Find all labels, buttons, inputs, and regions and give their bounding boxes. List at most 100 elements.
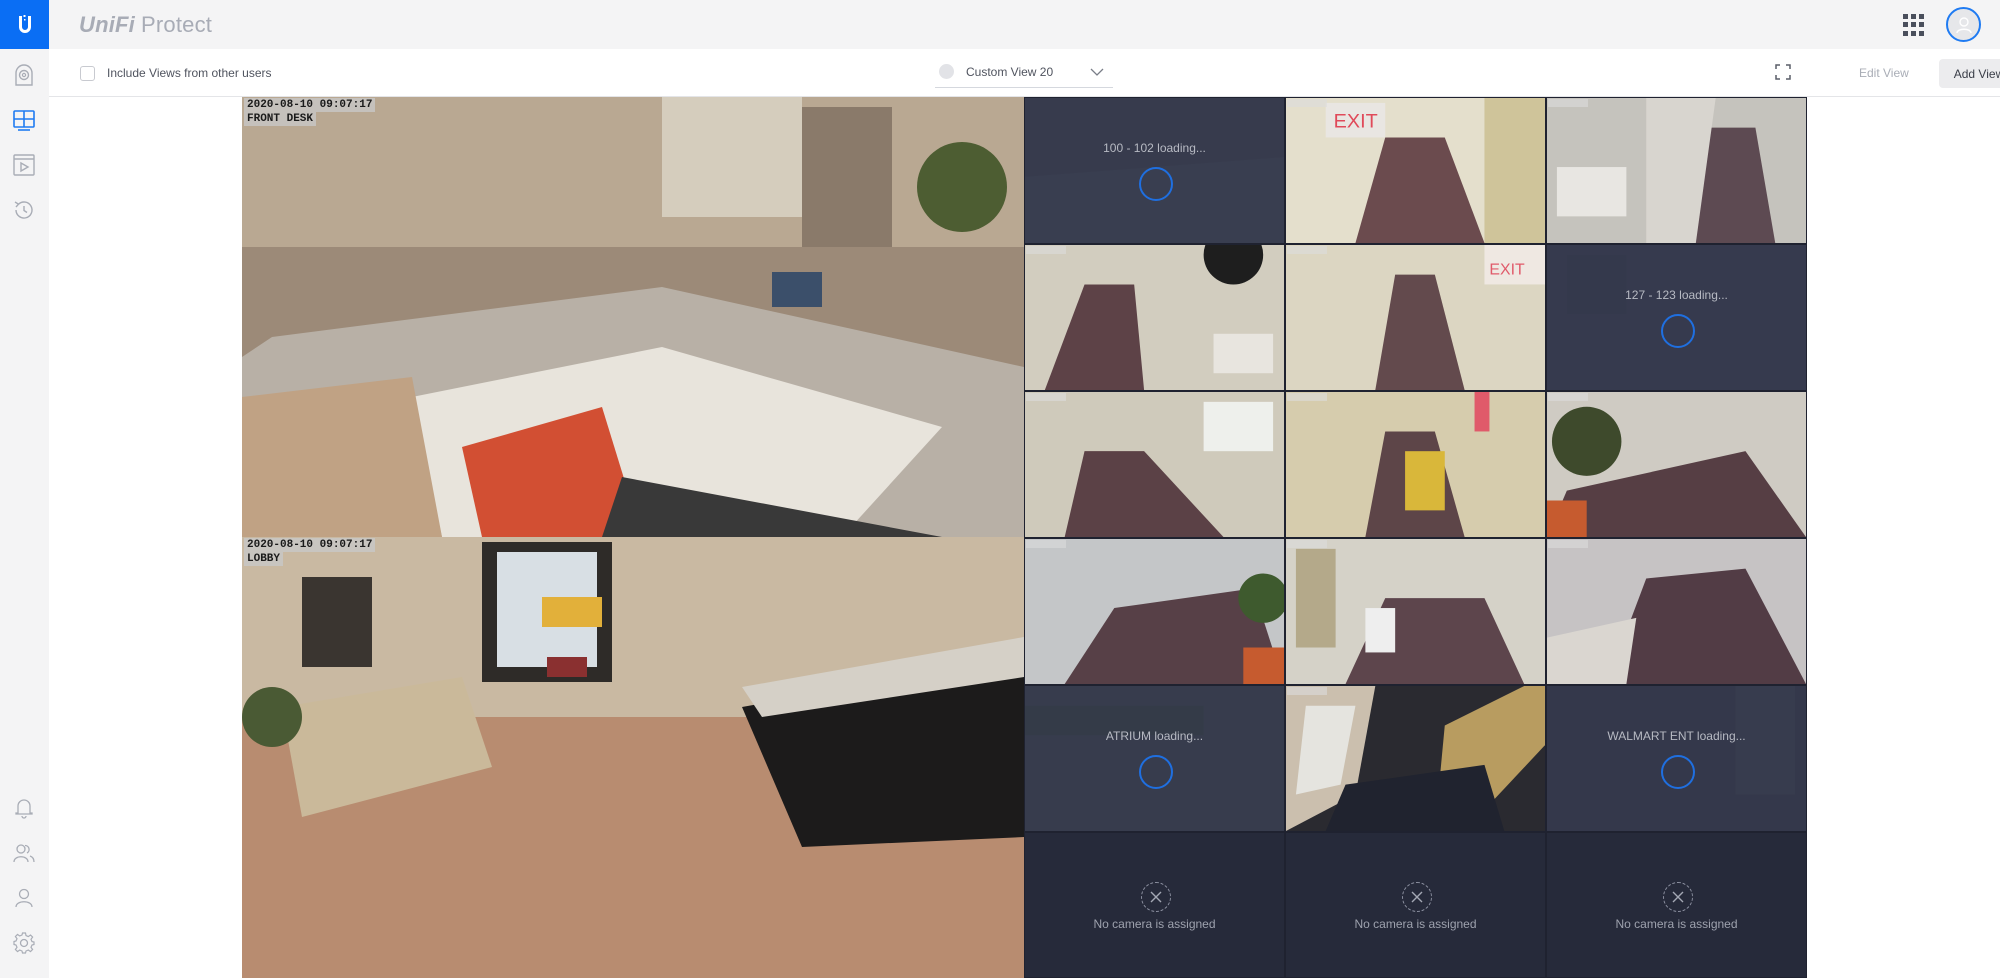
- no-camera-icon: [1402, 882, 1432, 912]
- camera-tile[interactable]: [1546, 538, 1807, 685]
- bell-icon: [15, 799, 33, 819]
- camera-timestamp: [1026, 246, 1066, 254]
- sidebar-item-notifications[interactable]: [10, 794, 38, 822]
- camera-feed-hallway: [1025, 539, 1284, 684]
- apps-grid-icon[interactable]: [1903, 14, 1925, 36]
- camera-timestamp: [1287, 99, 1327, 107]
- loading-spinner-icon: [1139, 755, 1173, 789]
- camera-tile[interactable]: [1285, 685, 1546, 832]
- camera-timestamp: [1548, 99, 1588, 107]
- camera-name: FRONT DESK: [244, 112, 317, 126]
- sidebar-item-users[interactable]: [10, 839, 38, 867]
- camera-feed-hallway: [1286, 539, 1545, 684]
- camera-timestamp: [1287, 246, 1327, 254]
- liveview-toolbar: Include Views from other users Custom Vi…: [49, 49, 2000, 97]
- view-selector-dropdown[interactable]: Custom View 20: [935, 58, 1113, 88]
- camera-tile[interactable]: [1285, 391, 1546, 538]
- camera-feed-front-desk: [242, 97, 1024, 537]
- empty-camera-slot[interactable]: No camera is assigned: [1285, 832, 1546, 978]
- camera-feed-hallway: [1286, 392, 1545, 537]
- loading-spinner-icon: [1661, 314, 1695, 348]
- camera-name: LOBBY: [244, 552, 284, 566]
- camera-tile[interactable]: [1546, 391, 1807, 538]
- top-bar: UniFi Protect: [0, 0, 2000, 49]
- app-brand: UniFi Protect: [79, 12, 212, 38]
- camera-timestamp: [1548, 540, 1588, 548]
- liveview-grid: 2020-08-10 09:07:17 FRONT DESK 2020-08-1…: [242, 97, 1807, 978]
- no-camera-icon: [1141, 882, 1171, 912]
- camera-tile-loading[interactable]: 127 - 123 loading...: [1546, 244, 1807, 391]
- camera-tile[interactable]: EXIT: [1285, 244, 1546, 391]
- camera-tile[interactable]: [1024, 391, 1285, 538]
- camera-tile[interactable]: [1285, 538, 1546, 685]
- camera-icon: [15, 64, 33, 86]
- fullscreen-icon[interactable]: [1775, 64, 1791, 80]
- ubiquiti-logo-icon: [18, 14, 31, 33]
- video-player-icon: [13, 154, 35, 176]
- sidebar-item-recordings[interactable]: [10, 151, 38, 179]
- sidebar-item-live-views[interactable]: [10, 106, 38, 134]
- camera-feed-hallway: [1025, 392, 1284, 537]
- include-views-checkbox[interactable]: [80, 66, 95, 81]
- loading-text: 100 - 102 loading...: [1103, 141, 1206, 155]
- camera-feed-hallway: EXIT: [1286, 245, 1545, 390]
- camera-tile[interactable]: EXIT: [1285, 97, 1546, 244]
- no-camera-icon: [1663, 882, 1693, 912]
- loading-spinner-icon: [1139, 167, 1173, 201]
- loading-spinner-icon: [1661, 755, 1695, 789]
- camera-timestamp: [1287, 687, 1327, 695]
- camera-tile[interactable]: [1024, 538, 1285, 685]
- svg-text:EXIT: EXIT: [1489, 262, 1525, 279]
- camera-timestamp: 2020-08-10 09:07:17: [244, 538, 376, 552]
- camera-tile-loading[interactable]: ATRIUM loading...: [1024, 685, 1285, 832]
- camera-timestamp: [1287, 393, 1327, 401]
- gear-icon: [13, 932, 35, 954]
- camera-tile-loading[interactable]: 100 - 102 loading...: [1024, 97, 1285, 244]
- brand-name: Protect: [141, 12, 213, 37]
- sidebar-item-settings[interactable]: [10, 929, 38, 957]
- empty-camera-slot[interactable]: No camera is assigned: [1546, 832, 1807, 978]
- view-owner-avatar: [939, 64, 954, 79]
- user-avatar-icon: [1955, 16, 1972, 33]
- camera-timestamp: 2020-08-10 09:07:17: [244, 98, 376, 112]
- camera-tile-lobby[interactable]: 2020-08-10 09:07:17 LOBBY: [242, 537, 1024, 978]
- svg-text:EXIT: EXIT: [1334, 111, 1378, 133]
- loading-text: ATRIUM loading...: [1105, 729, 1204, 743]
- sidebar-item-devices[interactable]: [10, 61, 38, 89]
- camera-timestamp: [1026, 393, 1066, 401]
- include-views-label[interactable]: Include Views from other users: [107, 66, 272, 80]
- users-icon: [13, 844, 35, 863]
- history-icon: [14, 201, 33, 219]
- camera-feed-stairwell: [1286, 686, 1545, 831]
- no-camera-text: No camera is assigned: [1354, 917, 1477, 931]
- camera-feed-lobby: [242, 537, 1024, 978]
- chevron-down-icon: [1090, 68, 1104, 76]
- user-avatar[interactable]: [1946, 7, 1981, 42]
- brand-prefix: UniFi: [79, 12, 135, 37]
- user-icon: [15, 888, 33, 908]
- no-camera-text: No camera is assigned: [1615, 917, 1738, 931]
- camera-tile-front-desk[interactable]: 2020-08-10 09:07:17 FRONT DESK: [242, 97, 1024, 537]
- ubiquiti-logo-button[interactable]: [0, 0, 49, 49]
- camera-feed-hallway: [1025, 245, 1284, 390]
- camera-tile-loading[interactable]: WALMART ENT loading...: [1546, 685, 1807, 832]
- selected-view-name: Custom View 20: [966, 65, 1054, 79]
- sidebar: [0, 49, 49, 978]
- liveview-grid-icon: [13, 110, 35, 131]
- empty-camera-slot[interactable]: No camera is assigned: [1024, 832, 1285, 978]
- camera-feed-hallway: [1547, 392, 1806, 537]
- camera-feed-hallway: EXIT: [1286, 98, 1545, 243]
- camera-timestamp: [1548, 393, 1588, 401]
- edit-view-button[interactable]: Edit View: [1859, 66, 1909, 80]
- camera-feed-hallway: [1547, 98, 1806, 243]
- sidebar-item-timeline[interactable]: [10, 196, 38, 224]
- camera-timestamp: [1287, 540, 1327, 548]
- loading-text: WALMART ENT loading...: [1607, 729, 1746, 743]
- camera-tile[interactable]: [1024, 244, 1285, 391]
- camera-tile[interactable]: [1546, 97, 1807, 244]
- loading-text: 127 - 123 loading...: [1625, 288, 1728, 302]
- camera-feed-hallway: [1547, 539, 1806, 684]
- add-view-button[interactable]: Add View: [1939, 59, 2000, 88]
- sidebar-item-account[interactable]: [10, 884, 38, 912]
- no-camera-text: No camera is assigned: [1093, 917, 1216, 931]
